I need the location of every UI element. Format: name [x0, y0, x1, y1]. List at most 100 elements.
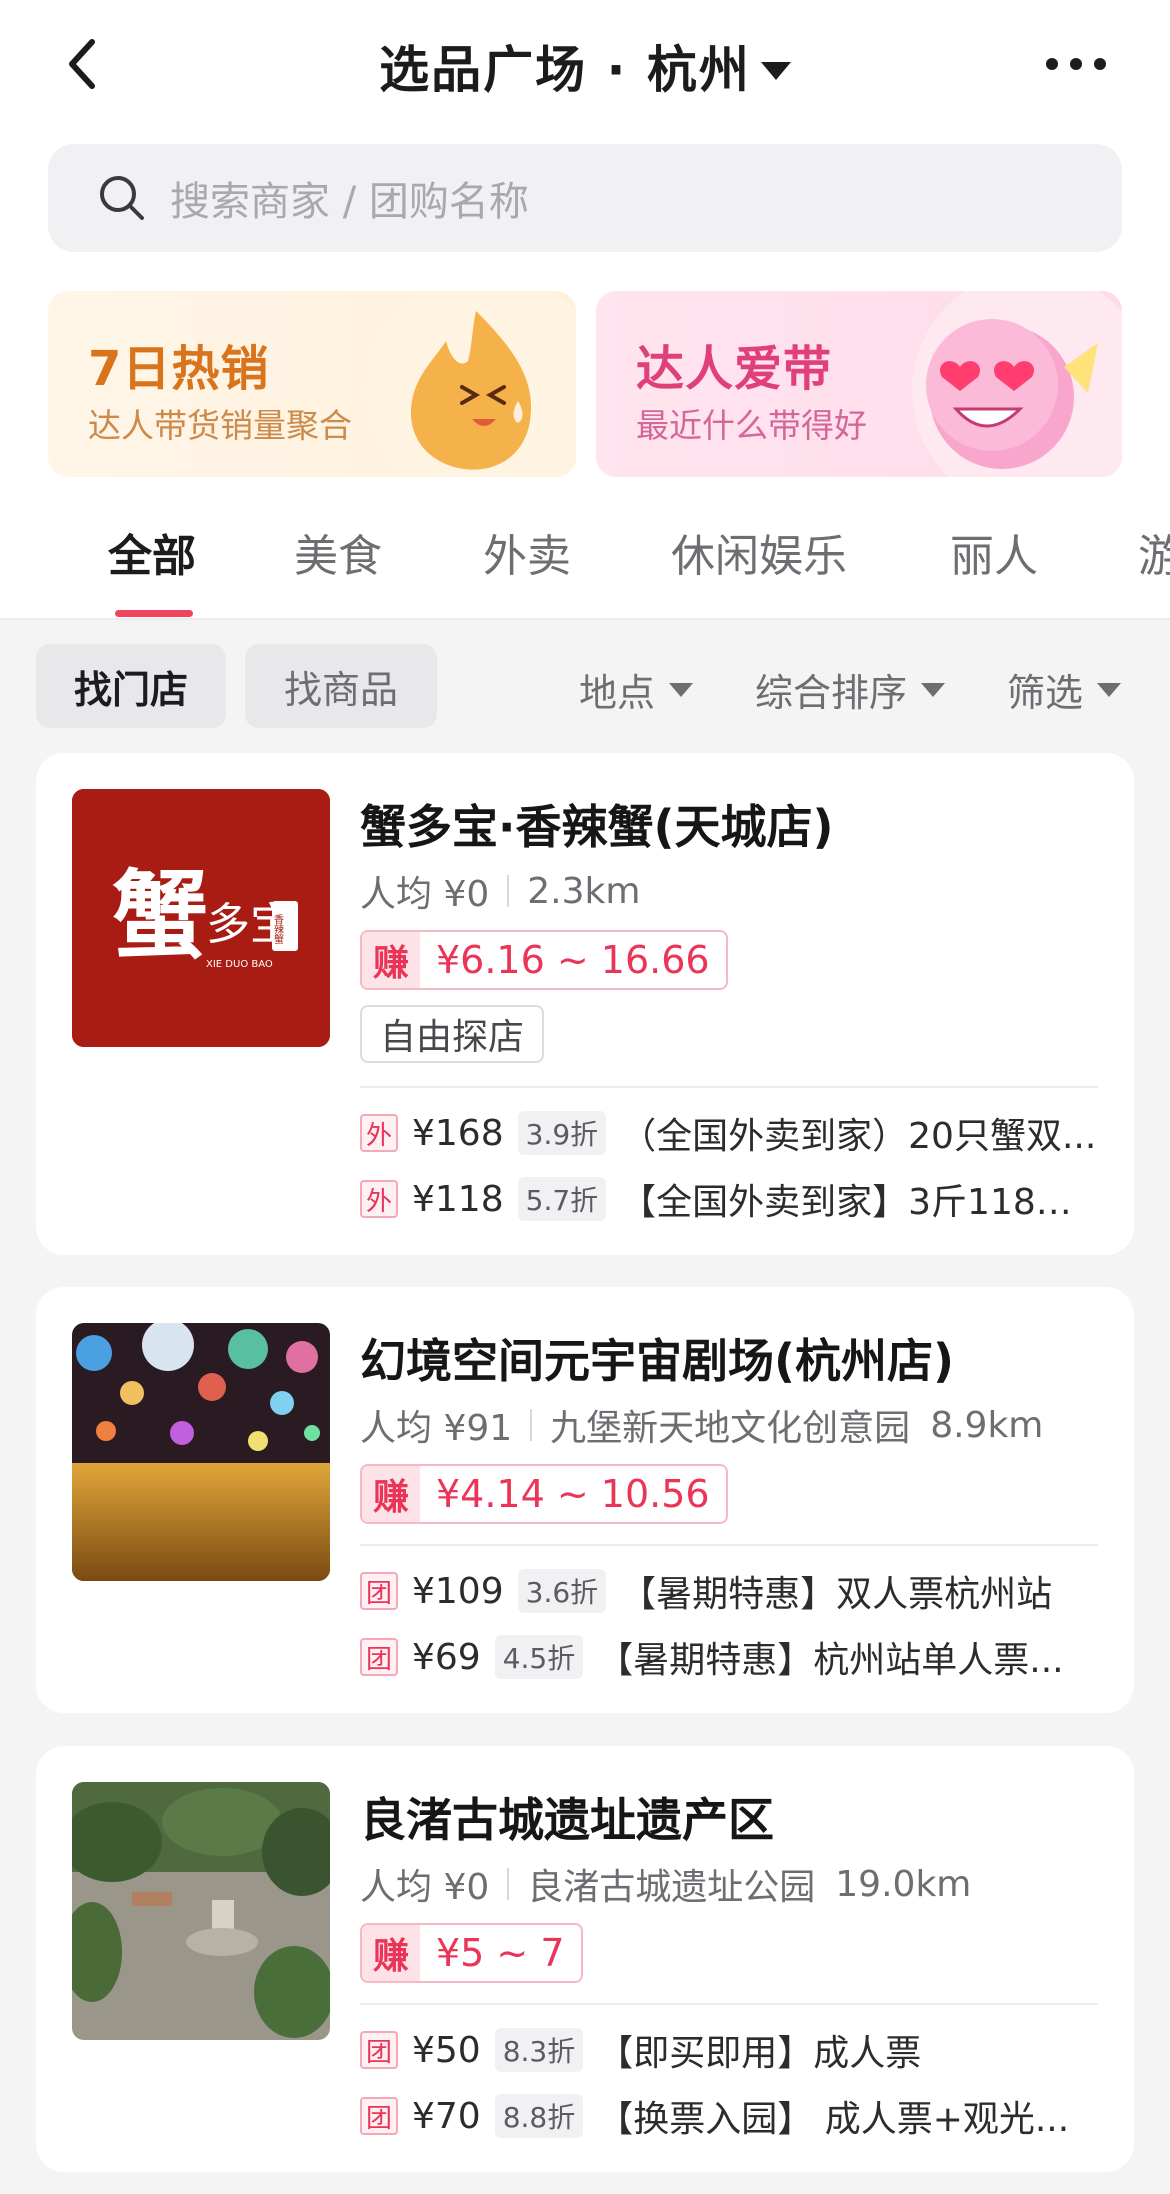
tab-leisure[interactable]: 休闲娱乐 [671, 520, 847, 584]
divider [507, 1868, 510, 1900]
avg-price: 人均 ¥0 [360, 1867, 490, 1908]
deal-row[interactable]: 团 ¥69 4.5折 【暑期特惠】杭州站单人票... [360, 1633, 1100, 1681]
store-card[interactable]: 幻境空间元宇宙剧场(杭州店) 人均 ¥91 九堡新天地文化创意园 8.9km 赚… [36, 1287, 1134, 1713]
store-name: 良渚古城遗址遗产区 [360, 1793, 774, 1847]
deal-discount: 8.3折 [494, 2028, 584, 2072]
deal-name: （全国外卖到家）20只蟹双... [620, 1116, 1097, 1157]
deal-discount: 3.9折 [517, 1111, 607, 1155]
banner-influencer-love-title: 达人爱带 [636, 341, 833, 397]
sort-dropdown[interactable]: 综合排序 [755, 662, 946, 717]
nav-bar: 选品广场 · 杭州 [0, 0, 1170, 132]
filter-dropdown-label: 筛选 [1007, 671, 1084, 715]
deal-row[interactable]: 外 ¥168 3.9折 （全国外卖到家）20只蟹双... [360, 1109, 1100, 1157]
deal-price: ¥69 [412, 1636, 481, 1678]
tab-all[interactable]: 全部 [108, 520, 196, 584]
deal-row[interactable]: 团 ¥70 8.8折 【换票入园】 成人票+观光... [360, 2092, 1100, 2140]
flame-mascot-icon [366, 291, 576, 477]
city-dropdown-caret-icon [760, 61, 791, 80]
location-dropdown[interactable]: 地点 [579, 662, 694, 717]
store-logo-char: 蟹 [112, 859, 208, 972]
tab-travel[interactable]: 游 [1138, 520, 1170, 584]
deal-type-badge: 外 [360, 1180, 398, 1218]
deal-name: 【暑期特惠】杭州站单人票... [597, 1640, 1064, 1681]
search-input[interactable]: 搜索商家 / 团购名称 [48, 144, 1122, 252]
store-location: 九堡新天地文化创意园 [550, 1408, 911, 1449]
avg-price: 人均 ¥91 [360, 1408, 513, 1449]
divider [507, 875, 510, 907]
deal-price: ¥70 [412, 2095, 481, 2137]
store-name: 幻境空间元宇宙剧场(杭州店) [360, 1334, 955, 1388]
free-visit-chip: 自由探店 [360, 1005, 545, 1063]
deal-discount: 3.6折 [517, 1569, 607, 1613]
sort-dropdown-label: 综合排序 [755, 671, 908, 715]
deal-name: 【暑期特惠】双人票杭州站 [620, 1574, 1053, 1615]
banner-influencer-love[interactable]: 达人爱带 最近什么带得好 [596, 291, 1122, 477]
card-divider [360, 1544, 1098, 1546]
tab-takeout[interactable]: 外卖 [483, 520, 571, 584]
deal-price: ¥168 [412, 1112, 504, 1154]
header-area: 选品广场 · 杭州 搜索商家 / 团购名称 7日热销 达人带货销量聚合 达人爱带… [0, 0, 1170, 620]
banner-influencer-love-subtitle: 最近什么带得好 [636, 406, 867, 445]
commission-badge: 赚 ¥5 ~ 7 [360, 1923, 583, 1983]
deal-price: ¥109 [412, 1570, 504, 1612]
banner-7day-hot-title: 7日热销 [88, 341, 270, 397]
deal-discount: 4.5折 [494, 1635, 584, 1679]
commission-badge: 赚 ¥4.14 ~ 10.56 [360, 1464, 728, 1524]
banner-7day-hot[interactable]: 7日热销 达人带货销量聚合 [48, 291, 576, 477]
earn-range: ¥6.16 ~ 16.66 [436, 938, 710, 982]
deal-type-badge: 团 [360, 2031, 398, 2069]
store-card[interactable]: 良渚古城遗址遗产区 人均 ¥0 良渚古城遗址公园 19.0km 赚 ¥5 ~ 7… [36, 1746, 1134, 2172]
deal-row[interactable]: 团 ¥109 3.6折 【暑期特惠】双人票杭州站 [360, 1567, 1100, 1615]
tab-beauty[interactable]: 丽人 [950, 520, 1038, 584]
commission-badge: 赚 ¥6.16 ~ 16.66 [360, 930, 728, 990]
caret-down-icon [1097, 682, 1122, 697]
heritage-park-photo-image [72, 1782, 330, 2040]
tab-food[interactable]: 美食 [294, 520, 382, 584]
deal-discount: 5.7折 [517, 1177, 607, 1221]
page-title-text: 选品广场 · 杭州 [379, 41, 751, 99]
filter-bar: 找门店 找商品 地点 综合排序 筛选 [0, 644, 1170, 730]
store-card[interactable]: 蟹 多宝 香辣蟹 XIE DUO BAO 蟹多宝·香辣蟹(天城店) 人均 ¥0 … [36, 753, 1134, 1255]
earn-tag: 赚 [362, 1466, 420, 1522]
avg-price: 人均 ¥0 [360, 874, 490, 915]
store-logo-pinyin: XIE DUO BAO [206, 959, 273, 970]
active-tab-indicator [115, 610, 193, 617]
location-dropdown-label: 地点 [579, 671, 656, 715]
distance: 2.3km [527, 870, 641, 912]
more-options-icon[interactable] [1044, 54, 1108, 74]
deal-discount: 8.8折 [494, 2094, 584, 2138]
search-icon [100, 176, 144, 220]
theater-photo-image [72, 1323, 330, 1581]
banner-7day-hot-subtitle: 达人带货销量聚合 [88, 406, 352, 445]
store-photo [72, 1323, 330, 1581]
deal-name: 【即买即用】成人票 [597, 2033, 922, 2074]
store-location: 良渚古城遗址公园 [527, 1867, 816, 1908]
store-logo: 蟹 多宝 香辣蟹 XIE DUO BAO [72, 789, 330, 1047]
store-logo-seal: 香辣蟹 [272, 914, 284, 945]
divider [530, 1409, 533, 1441]
deal-type-badge: 团 [360, 2097, 398, 2135]
deal-type-badge: 团 [360, 1572, 398, 1610]
store-logo-image: 蟹 多宝 香辣蟹 XIE DUO BAO [72, 789, 330, 1047]
earn-tag: 赚 [362, 1925, 420, 1981]
deal-type-badge: 团 [360, 1638, 398, 1676]
distance: 19.0km [835, 1863, 972, 1905]
filter-dropdown[interactable]: 筛选 [1007, 662, 1122, 717]
store-photo [72, 1782, 330, 2040]
deal-price: ¥118 [412, 1178, 504, 1220]
caret-down-icon [669, 682, 694, 697]
deal-name: 【换票入园】 成人票+观光... [597, 2099, 1070, 2140]
card-divider [360, 1086, 1098, 1088]
deal-row[interactable]: 团 ¥50 8.3折 【即买即用】成人票 [360, 2026, 1100, 2074]
card-divider [360, 2003, 1098, 2005]
page-title[interactable]: 选品广场 · 杭州 [0, 30, 1170, 102]
deal-row[interactable]: 外 ¥118 5.7折 【全国外卖到家】3斤118元... [360, 1175, 1100, 1223]
segment-find-product[interactable]: 找商品 [245, 644, 437, 728]
category-tabs: 全部 美食 外卖 休闲娱乐 丽人 游 [0, 500, 1170, 620]
deal-type-badge: 外 [360, 1114, 398, 1152]
segment-find-store[interactable]: 找门店 [36, 644, 226, 728]
store-name: 蟹多宝·香辣蟹(天城店) [360, 800, 834, 854]
deal-name: 【全国外卖到家】3斤118元... [620, 1182, 1100, 1223]
earn-range: ¥5 ~ 7 [436, 1931, 565, 1975]
distance: 8.9km [930, 1404, 1044, 1446]
